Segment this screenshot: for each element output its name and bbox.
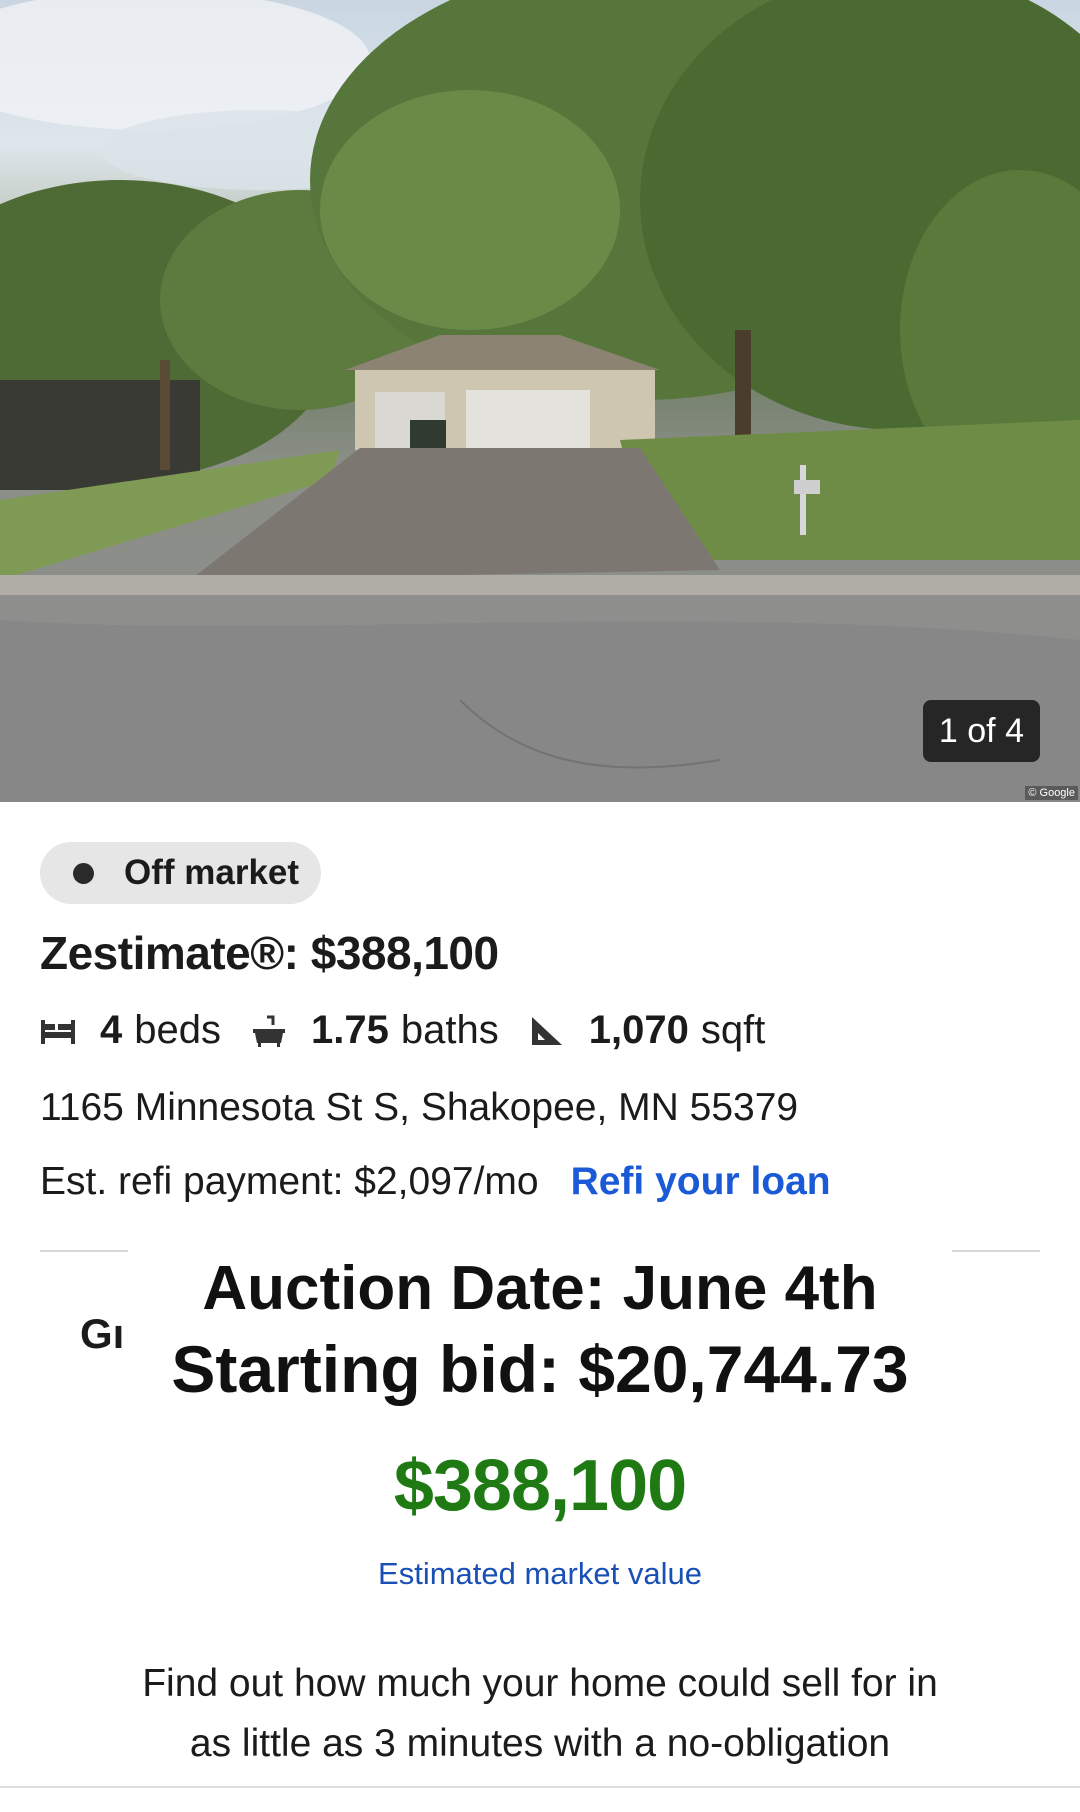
- sqft-value: 1,070: [588, 1008, 689, 1052]
- divider-left: [40, 1250, 128, 1252]
- baths-value: 1.75: [311, 1008, 389, 1052]
- bottom-fade: [0, 1770, 1080, 1812]
- beds-value: 4: [100, 1008, 123, 1052]
- sell-card-heading: Gı: [80, 1310, 125, 1357]
- sell-card-description: Find out how much your home could sell f…: [142, 1662, 938, 1765]
- property-address: 1165 Minnesota St S, Shakopee, MN 55379: [40, 1086, 799, 1129]
- bath-icon: [253, 1015, 285, 1047]
- auction-date: Auction Date: June 4th: [202, 1254, 878, 1323]
- property-photo[interactable]: 1 of 4 © Google: [0, 0, 1080, 802]
- sqft-fact: 1,070 sqft: [529, 1008, 766, 1053]
- property-facts: 4 beds 1.75 baths 1,070 sqft: [40, 1008, 795, 1053]
- sqft-label: sqft: [700, 1008, 766, 1052]
- baths-label: baths: [400, 1008, 499, 1052]
- photo-credit: © Google: [1025, 786, 1078, 800]
- estimated-value-label: Estimated market value: [378, 1556, 702, 1591]
- starting-bid: Starting bid: $20,744.73: [171, 1332, 909, 1406]
- refi-row: Est. refi payment: $2,097/mo Refi your l…: [40, 1160, 831, 1204]
- status-badge: Off market: [40, 842, 322, 904]
- auction-overlay: Auction Date: June 4th Starting bid: $20…: [128, 1236, 952, 1408]
- bed-icon: [41, 1019, 75, 1044]
- ruler-square-icon: [531, 1016, 562, 1045]
- street-view-image: [0, 0, 1080, 802]
- beds-label: beds: [134, 1008, 221, 1052]
- estimated-value: $388,100: [393, 1446, 687, 1526]
- zestimate-heading: Zestimate®: $388,100: [40, 927, 499, 979]
- divider-right: [952, 1250, 1040, 1252]
- photo-counter: 1 of 4: [922, 700, 1040, 762]
- refi-loan-link[interactable]: Refi your loan: [571, 1160, 831, 1204]
- refi-payment: Est. refi payment: $2,097/mo: [40, 1160, 539, 1203]
- bottom-divider: [0, 1786, 1080, 1788]
- status-label: Off market: [124, 853, 300, 892]
- baths-fact: 1.75 baths: [251, 1008, 499, 1053]
- status-dot-icon: [73, 862, 94, 884]
- beds-fact: 4 beds: [40, 1008, 221, 1053]
